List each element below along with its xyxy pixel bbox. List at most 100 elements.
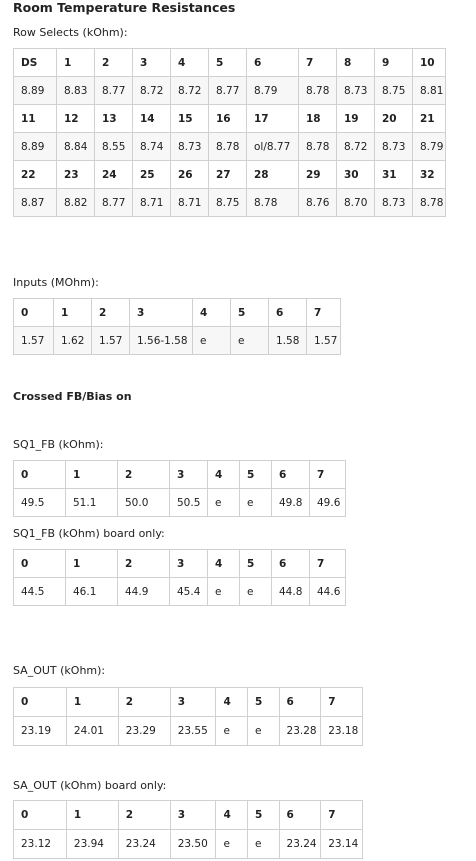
- value-cell: 46.1: [65, 577, 118, 606]
- value-cell: 23.29: [117, 716, 171, 746]
- header-cell: 22: [13, 160, 57, 189]
- header-cell: 2: [91, 298, 130, 327]
- header-cell: 1: [65, 800, 119, 830]
- value-cell: 8.72: [132, 76, 171, 105]
- value-cell: 23.12: [13, 829, 67, 859]
- value-cell: 51.1: [65, 488, 118, 517]
- value-cell: e: [230, 326, 269, 355]
- sa-out-board-label: SA_OUT (kOhm) board only:: [13, 779, 167, 792]
- value-cell: 8.87: [13, 188, 57, 217]
- header-cell: 4: [215, 800, 248, 830]
- header-cell: 6: [268, 298, 307, 327]
- table-row: 1.57 1.62 1.57 1.56-1.58 e e 1.58 1.57: [13, 326, 341, 355]
- value-cell: 23.24: [117, 829, 171, 859]
- value-cell: e: [192, 326, 231, 355]
- sq1-fb-board-table: 0 1 2 3 4 5 6 7 44.5 46.1 44.9 45.4 e e 44.8 44.6: [13, 549, 346, 606]
- header-cell: 26: [170, 160, 209, 189]
- value-cell: 8.77: [94, 76, 133, 105]
- value-cell: e: [215, 716, 248, 746]
- header-cell: 5: [247, 687, 280, 717]
- header-cell: 14: [132, 104, 171, 133]
- header-cell: 10: [412, 48, 446, 77]
- value-cell: 8.76: [298, 188, 337, 217]
- header-cell: 0: [13, 687, 67, 717]
- header-cell: 25: [132, 160, 171, 189]
- value-cell: 8.79: [246, 76, 299, 105]
- header-cell: 20: [374, 104, 413, 133]
- header-cell: 23: [56, 160, 95, 189]
- value-cell: 8.77: [208, 76, 247, 105]
- header-cell: 24: [94, 160, 133, 189]
- header-cell: 29: [298, 160, 337, 189]
- value-cell: 50.5: [169, 488, 208, 517]
- header-cell: 6: [271, 460, 310, 489]
- header-cell: 6: [278, 687, 322, 717]
- header-cell: 3: [132, 48, 171, 77]
- sq1-fb-label: SQ1_FB (kOhm):: [13, 438, 104, 451]
- header-cell: 7: [309, 549, 346, 578]
- value-cell: 1.62: [53, 326, 92, 355]
- header-cell: 6: [246, 48, 299, 77]
- header-cell: 3: [169, 460, 208, 489]
- value-cell: 8.89: [13, 76, 57, 105]
- value-cell: 8.83: [56, 76, 95, 105]
- header-cell: 30: [336, 160, 375, 189]
- value-cell: 8.78: [298, 76, 337, 105]
- table-row: 49.5 51.1 50.0 50.5 e e 49.8 49.6: [13, 488, 346, 517]
- header-cell: 28: [246, 160, 299, 189]
- table-row: 01234567: [13, 549, 346, 578]
- value-cell: 8.89: [13, 132, 57, 161]
- value-cell: 23.50: [169, 829, 217, 859]
- table-row: 01234567: [13, 460, 346, 489]
- header-cell: 5: [239, 549, 272, 578]
- header-cell: 17: [246, 104, 299, 133]
- value-cell: 49.8: [271, 488, 310, 517]
- header-cell: 27: [208, 160, 247, 189]
- header-cell: 0: [13, 298, 54, 327]
- header-cell: 2: [117, 460, 170, 489]
- value-cell: e: [207, 488, 240, 517]
- value-cell: 8.78: [298, 132, 337, 161]
- header-cell: 7: [298, 48, 337, 77]
- table-row: DS 1 2 3 4 5 6 7 8 9 10: [13, 48, 446, 77]
- header-cell: 8: [336, 48, 375, 77]
- row-selects-table: DS 1 2 3 4 5 6 7 8 9 10 8.89 8.83 8.77 8.72 8.72 8.77 8.7…: [13, 48, 446, 217]
- value-cell: 23.28: [278, 716, 322, 746]
- header-cell: 9: [374, 48, 413, 77]
- value-cell: 8.75: [208, 188, 247, 217]
- value-cell: e: [239, 488, 272, 517]
- value-cell: 23.24: [278, 829, 322, 859]
- value-cell: 8.73: [170, 132, 209, 161]
- header-cell: 7: [309, 460, 346, 489]
- value-cell: 8.74: [132, 132, 171, 161]
- header-cell: 3: [169, 549, 208, 578]
- header-cell: 4: [170, 48, 209, 77]
- header-cell: 4: [215, 687, 248, 717]
- header-cell: 5: [208, 48, 247, 77]
- value-cell: 44.9: [117, 577, 170, 606]
- header-cell: 5: [247, 800, 280, 830]
- value-cell: 23.18: [320, 716, 363, 746]
- table-row: 22 23 24 25 26 27 28 29 30 31 32: [13, 160, 446, 189]
- value-cell: 23.14: [320, 829, 363, 859]
- header-cell: 16: [208, 104, 247, 133]
- header-cell: 19: [336, 104, 375, 133]
- header-cell: 2: [94, 48, 133, 77]
- header-cell: 3: [129, 298, 193, 327]
- table-row: 01234567: [13, 800, 363, 830]
- value-cell: 23.19: [13, 716, 67, 746]
- header-cell: 6: [271, 549, 310, 578]
- value-cell: e: [215, 829, 248, 859]
- header-cell: 3: [169, 800, 217, 830]
- header-cell: 11: [13, 104, 57, 133]
- value-cell: 44.8: [271, 577, 310, 606]
- header-cell: 32: [412, 160, 446, 189]
- header-cell: 1: [53, 298, 92, 327]
- value-cell: 44.6: [309, 577, 346, 606]
- header-cell: 7: [306, 298, 341, 327]
- sa-out-table: 0 1 2 3 4 5 6 7 23.19 24.01 23.29 23.55 e e 23.28 23.18: [13, 687, 363, 746]
- header-cell: 21: [412, 104, 446, 133]
- header-cell: 1: [65, 549, 118, 578]
- value-cell: 23.94: [65, 829, 119, 859]
- inputs-label: Inputs (MOhm):: [13, 276, 99, 289]
